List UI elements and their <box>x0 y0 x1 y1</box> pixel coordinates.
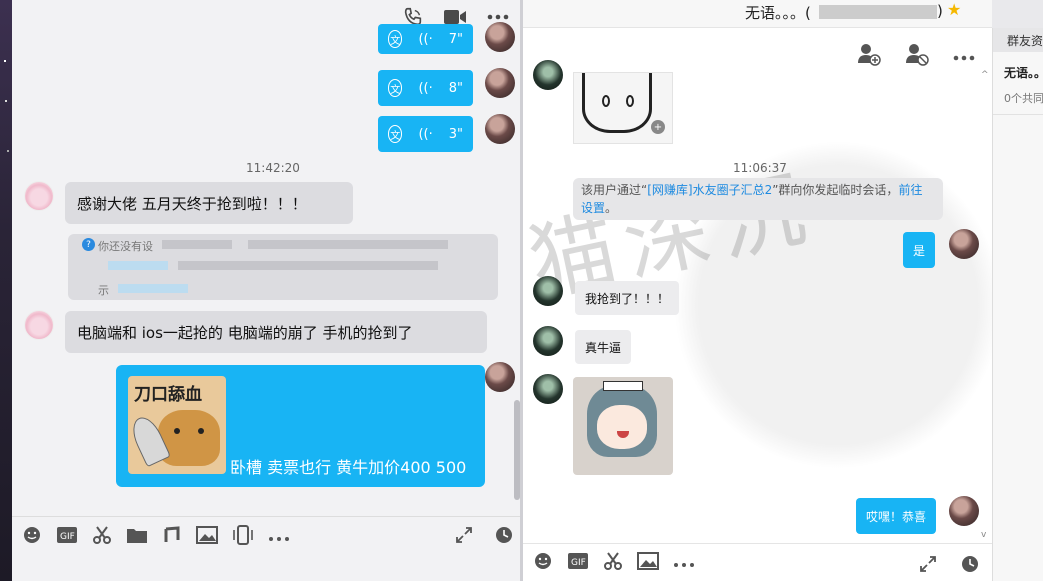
chat-message[interactable]: 电脑端和 ios一起抢的 电脑端的崩了 手机的抢到了 <box>65 311 487 353</box>
gif-icon[interactable]: GIF <box>567 552 589 574</box>
sticker-image[interactable]: 刀口舔血 <box>128 376 226 474</box>
image-icon[interactable] <box>196 525 218 548</box>
scroll-up-arrow[interactable]: ^ <box>981 70 989 80</box>
block-user-icon[interactable] <box>904 42 930 70</box>
voice-message[interactable]: 文 ((· 7" <box>378 24 473 54</box>
translate-icon[interactable]: 文 <box>388 79 403 97</box>
settings-link[interactable]: 设置 <box>581 201 605 215</box>
star-icon[interactable]: ★ <box>947 0 961 19</box>
common-groups-count: 0个共同 <box>1004 92 1043 105</box>
music-icon[interactable] <box>162 525 182 549</box>
avatar[interactable] <box>533 374 563 404</box>
group-profile-panel: 群友资 无语。。 0个共同 <box>992 28 1043 581</box>
add-friend-icon[interactable] <box>856 42 882 70</box>
chat-message[interactable]: 是 <box>903 232 936 268</box>
svg-text:GIF: GIF <box>571 558 586 568</box>
gif-icon[interactable]: GIF <box>56 526 78 548</box>
chat-message[interactable]: 感谢大佬 五月天终于抢到啦！！！ <box>65 182 353 224</box>
translate-icon[interactable]: 文 <box>388 125 403 143</box>
divider <box>993 114 1043 115</box>
avatar[interactable] <box>533 276 563 306</box>
blurred-text <box>108 261 168 270</box>
left-chat-window: 文 ((· 7" 文 ((· 8" 文 ((· 3" 11:42:20 感谢大佬… <box>12 0 520 581</box>
blurred-text <box>178 261 438 270</box>
voice-duration: 8" <box>448 80 463 96</box>
voice-message[interactable]: 文 ((· 8" <box>378 70 473 106</box>
image-icon[interactable] <box>637 551 659 574</box>
avatar[interactable] <box>24 310 54 340</box>
message-timestamp: 11:06:37 <box>733 161 787 175</box>
avatar[interactable] <box>24 181 54 211</box>
profile-name: 无语。。 <box>1004 66 1043 80</box>
svg-text:GIF: GIF <box>60 532 75 542</box>
help-icon: ? <box>82 238 95 251</box>
quoted-notice-text: 示 <box>98 284 109 297</box>
folder-icon[interactable] <box>126 526 148 548</box>
chat-title: 无语。。。( <box>745 4 811 22</box>
chat-title-suffix: ) <box>937 2 943 20</box>
expand-icon[interactable] <box>454 525 474 549</box>
notice-text: ”群向你发起临时会话， <box>772 183 899 197</box>
notice-text: 该用户通过“ <box>581 183 648 197</box>
right-input-toolbar: GIF <box>523 543 992 581</box>
screen: 文 ((· 7" 文 ((· 8" 文 ((· 3" 11:42:20 感谢大佬… <box>0 0 1043 581</box>
right-chat-titlebar: 无语。。。( ) ★ <box>523 0 992 28</box>
scissors-icon[interactable] <box>603 551 623 575</box>
more-options-icon[interactable] <box>952 47 976 66</box>
avatar[interactable] <box>485 114 515 144</box>
avatar[interactable] <box>485 68 515 98</box>
voice-wave-icon: ((· <box>418 126 433 142</box>
voice-message[interactable]: 文 ((· 3" <box>378 116 473 152</box>
quoted-notice[interactable]: ? 你还没有设 示 <box>68 234 498 300</box>
more-options-icon[interactable] <box>486 13 510 21</box>
screen-shake-icon[interactable] <box>232 524 254 549</box>
history-clock-icon[interactable] <box>960 554 980 578</box>
avatar[interactable] <box>485 362 515 392</box>
image-message[interactable]: 刀口舔血 卧槽 卖票也行 黄牛加价400 500 <box>116 365 485 487</box>
voice-duration: 7" <box>448 31 463 47</box>
avatar[interactable] <box>533 60 563 90</box>
voice-wave-icon: ((· <box>418 80 433 96</box>
emoji-icon[interactable] <box>533 551 553 575</box>
history-clock-icon[interactable] <box>494 525 514 549</box>
zoom-in-icon[interactable]: + <box>651 120 665 134</box>
image-caption: 卧槽 卖票也行 黄牛加价400 500 <box>230 458 467 477</box>
more-tools-icon[interactable] <box>268 527 290 546</box>
sticker-image[interactable] <box>573 377 673 475</box>
quoted-notice-text: 你还没有设 <box>98 240 153 253</box>
right-chat-window: 无语。。。( ) ★ 猫深沉 ^ + 11:06:37 该用户通过“[网赚库]水… <box>523 0 992 581</box>
avatar[interactable] <box>533 326 563 356</box>
expand-icon[interactable] <box>918 554 938 578</box>
message-timestamp: 11:42:20 <box>246 161 300 175</box>
scroll-down-arrow[interactable]: v <box>981 530 986 540</box>
settings-link[interactable]: 前往 <box>898 183 922 197</box>
right-chat-header-actions <box>856 42 976 70</box>
chat-message[interactable]: 真牛逼 <box>575 330 632 364</box>
translate-icon[interactable]: 文 <box>388 30 403 48</box>
avatar[interactable] <box>949 496 979 526</box>
sticker-text: 刀口舔血 <box>134 385 202 405</box>
chat-message[interactable]: 我抢到了！！！ <box>575 281 680 315</box>
scissors-icon[interactable] <box>92 525 112 549</box>
tab-group-profile[interactable]: 群友资 <box>993 28 1043 52</box>
blurred-title <box>819 5 937 19</box>
voice-duration: 3" <box>448 126 463 142</box>
emoji-icon[interactable] <box>22 525 42 549</box>
blurred-text <box>118 284 188 293</box>
avatar[interactable] <box>949 229 979 259</box>
group-link[interactable]: [网赚库]水友圈子汇总2 <box>647 183 772 197</box>
avatar[interactable] <box>485 22 515 52</box>
blurred-text <box>248 240 448 249</box>
voice-wave-icon: ((· <box>418 31 433 47</box>
desktop-background <box>0 0 12 581</box>
chat-message[interactable]: 哎嘿！恭喜 <box>856 498 937 534</box>
left-input-toolbar: GIF <box>12 516 520 556</box>
notice-text: 。 <box>605 201 618 215</box>
more-tools-icon[interactable] <box>673 553 695 572</box>
system-notice: 该用户通过“[网赚库]水友圈子汇总2”群向你发起临时会话，前往设置。 <box>573 178 943 220</box>
blurred-text <box>162 240 232 249</box>
